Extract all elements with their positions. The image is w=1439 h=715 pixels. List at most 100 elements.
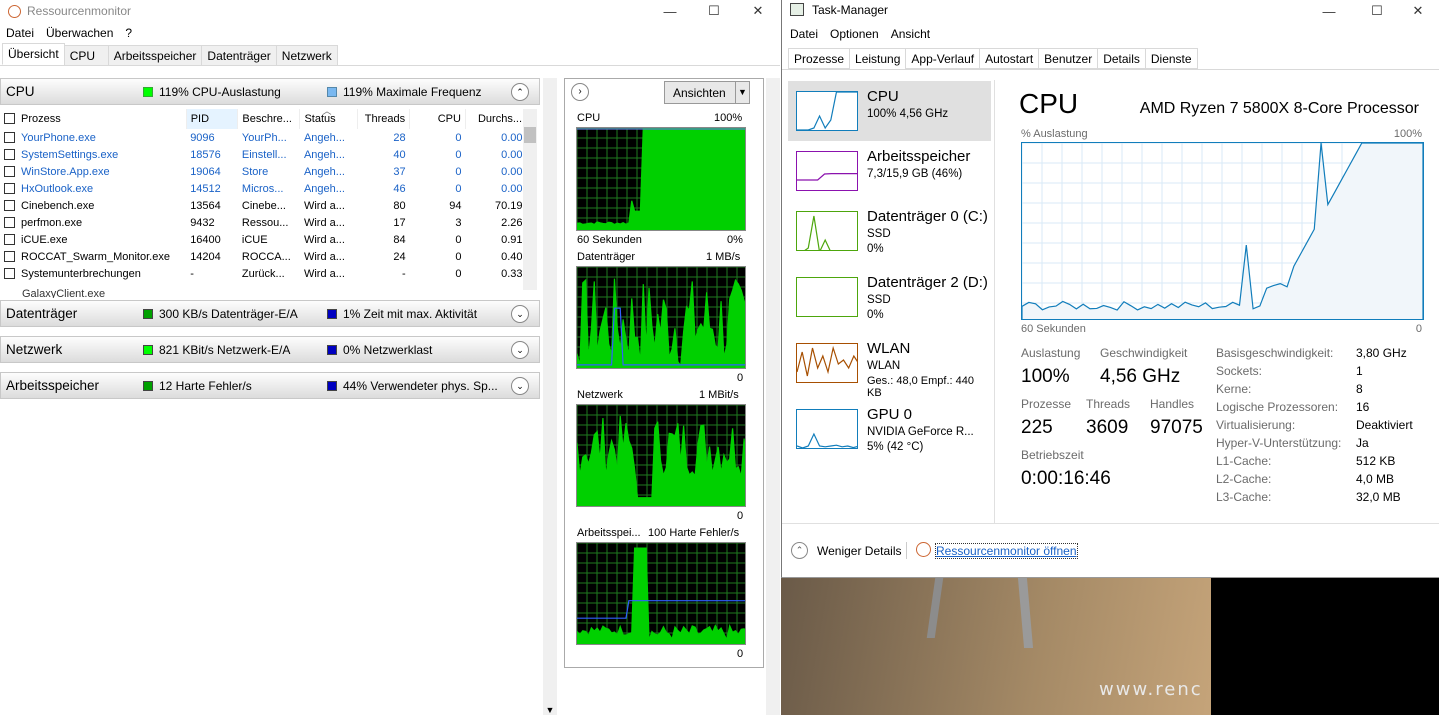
col-durchschnitt[interactable]: Durchs... (465, 109, 528, 129)
tm-menu-datei[interactable]: Datei (790, 27, 818, 41)
views-button[interactable]: Ansichten ▼ (664, 81, 750, 104)
rm-menu-ueberwachen[interactable]: Überwachen (46, 26, 113, 40)
row-checkbox[interactable] (4, 165, 15, 177)
cell-cpu: 0 (455, 250, 462, 263)
table-row[interactable]: HxOutlook.exe 14512 Micros... Angeh... 4… (0, 180, 527, 197)
side-mem-title: Arbeitsspeicher (867, 148, 971, 165)
disk-section-header[interactable]: Datenträger 300 KB/s Datenträger-E/A 1% … (0, 300, 540, 327)
tm-tab-app-verlauf[interactable]: App-Verlauf (905, 48, 981, 69)
side-gpu[interactable]: GPU 0 NVIDIA GeForce R... 5% (42 °C) (788, 399, 991, 459)
tm-tab-dienste[interactable]: Dienste (1144, 48, 1198, 69)
tm-close-button[interactable]: ✕ (1396, 0, 1439, 22)
scroll-down-icon[interactable]: ▼ (543, 705, 557, 715)
prop-key: L3-Cache: (1216, 490, 1272, 504)
process-scrollbar-thumb[interactable] (524, 127, 536, 143)
side-wlan[interactable]: WLAN WLAN Ges.: 48,0 Empf.: 440 KB (788, 333, 991, 399)
cell-desc: iCUE (241, 233, 268, 246)
views-dropdown-icon[interactable]: ▼ (735, 82, 749, 103)
tm-maximize-button[interactable]: ☐ (1355, 0, 1399, 22)
row-checkbox[interactable] (4, 199, 15, 211)
select-all-checkbox[interactable] (4, 113, 15, 124)
disk-io-metric: 300 KB/s Datenträger-E/A (143, 307, 327, 321)
tm-tab-prozesse[interactable]: Prozesse (788, 48, 851, 69)
rm-minimize-button[interactable]: — (648, 0, 692, 22)
table-row[interactable]: SystemSettings.exe 18576 Einstell... Ang… (0, 146, 527, 163)
cell-cpu: 0 (455, 233, 462, 246)
tm-heading: CPU (1019, 88, 1079, 119)
process-scrollbar[interactable] (523, 109, 537, 290)
graph-scrollbar[interactable] (766, 78, 780, 715)
col-threads[interactable]: Threads (357, 109, 411, 129)
net-section-header[interactable]: Netzwerk 821 KBit/s Netzwerk-E/A 0% Netz… (0, 336, 540, 363)
side-memory[interactable]: Arbeitsspeicher 7,3/15,9 GB (46%) (788, 141, 991, 201)
tm-menu-ansicht[interactable]: Ansicht (891, 27, 930, 41)
table-row[interactable]: YourPhone.exe 9096 YourPh... Angeh... 28… (0, 129, 527, 146)
disk-expand-chevron-down-icon[interactable]: ⌄ (511, 305, 529, 323)
open-resource-monitor-link[interactable]: Ressourcenmonitor öffnen (935, 543, 1078, 559)
row-checkbox[interactable] (4, 216, 15, 228)
cell-threads: 40 (393, 148, 406, 161)
col-pid[interactable]: PID (186, 109, 239, 129)
table-row[interactable]: perfmon.exe 9432 Ressou... Wird a... 17 … (0, 214, 527, 231)
rm-maximize-button[interactable]: ☐ (692, 0, 736, 22)
table-row[interactable]: Cinebench.exe 13564 Cinebe... Wird a... … (0, 197, 527, 214)
fewer-details-chevron-up-icon[interactable]: ⌃ (791, 542, 808, 559)
side-disk2-usage: 0% (867, 309, 884, 321)
side-gpu-model: NVIDIA GeForce R... (867, 426, 974, 438)
cell-pid: - (190, 267, 194, 280)
collapse-pane-chevron-right-icon[interactable]: › (571, 83, 589, 101)
col-prozess[interactable]: Prozess (0, 109, 187, 129)
table-row[interactable]: iCUE.exe 16400 iCUE Wird a... 84 0 0.91 (0, 231, 527, 248)
mem-expand-chevron-down-icon[interactable]: ⌄ (511, 377, 529, 395)
tm-tab-details[interactable]: Details (1097, 48, 1146, 69)
tab-datentraeger[interactable]: Datenträger (201, 45, 277, 65)
tab-cpu[interactable]: CPU (63, 45, 109, 65)
cell-cpu: 3 (455, 216, 462, 229)
rm-close-button[interactable]: ✕ (736, 0, 780, 22)
col-cpu[interactable]: CPU (409, 109, 466, 129)
tab-netzwerk[interactable]: Netzwerk (275, 45, 338, 65)
cpu-section-header[interactable]: CPU 119% CPU-Auslastung 119% Maximale Fr… (0, 78, 540, 105)
row-checkbox[interactable] (4, 250, 15, 262)
fewer-details-link[interactable]: Weniger Details (817, 544, 901, 558)
cell-process: iCUE.exe (0, 231, 186, 248)
tm-tab-autostart[interactable]: Autostart (979, 48, 1040, 69)
table-row[interactable]: WinStore.App.exe 19064 Store Angeh... 37… (0, 163, 527, 180)
rm-menu-help[interactable]: ? (125, 26, 132, 40)
graph-cpu-max: 100% (714, 112, 743, 124)
table-row[interactable]: ROCCAT_Swarm_Monitor.exe 14204 ROCCA... … (0, 248, 527, 265)
tm-tab-leistung[interactable]: Leistung (849, 48, 907, 70)
thumb-series (804, 215, 831, 250)
cell-avg: 0.00 (501, 131, 523, 144)
cell-process: WinStore.App.exe (0, 163, 186, 180)
stat-processes-label: Prozesse (1021, 397, 1072, 411)
side-cpu-title: CPU (867, 88, 899, 105)
mem-section-header[interactable]: Arbeitsspeicher 12 Harte Fehler/s 44% Ve… (0, 372, 540, 399)
col-beschreibung[interactable]: Beschre... (237, 109, 301, 129)
rm-menu-datei[interactable]: Datei (6, 26, 34, 40)
row-checkbox[interactable] (4, 233, 15, 245)
prop-key: Kerne: (1216, 382, 1252, 396)
tm-menu-optionen[interactable]: Optionen (830, 27, 879, 41)
row-checkbox[interactable] (4, 131, 15, 143)
row-checkbox[interactable] (4, 148, 15, 160)
row-checkbox[interactable] (4, 267, 15, 279)
cell-threads: 28 (393, 131, 406, 144)
col-status[interactable]: ︿ Status (299, 106, 359, 129)
side-disk0[interactable]: Datenträger 0 (C:) SSD 0% (788, 201, 991, 261)
tab-arbeitsspeicher[interactable]: Arbeitsspeicher (107, 45, 203, 65)
watermark-text: www.renc (1099, 679, 1203, 700)
tab-uebersicht[interactable]: Übersicht (2, 43, 65, 65)
side-disk2[interactable]: Datenträger 2 (D:) SSD 0% (788, 267, 991, 327)
stat-auslastung-value: 100% (1021, 366, 1070, 387)
table-row[interactable]: Systemunterbrechungen - Zurück... Wird a… (0, 265, 527, 282)
side-cpu[interactable]: CPU 100% 4,56 GHz (788, 81, 991, 141)
row-checkbox[interactable] (4, 182, 15, 194)
cpu-collapse-chevron-up-icon[interactable]: ⌃ (511, 83, 529, 101)
tm-minimize-button[interactable]: — (1307, 0, 1351, 22)
net-expand-chevron-down-icon[interactable]: ⌄ (511, 341, 529, 359)
net-series (577, 415, 745, 506)
cell-status: Angeh... (303, 148, 345, 161)
main-scrollbar[interactable]: ▼ (543, 78, 557, 715)
tm-tab-benutzer[interactable]: Benutzer (1038, 48, 1099, 69)
